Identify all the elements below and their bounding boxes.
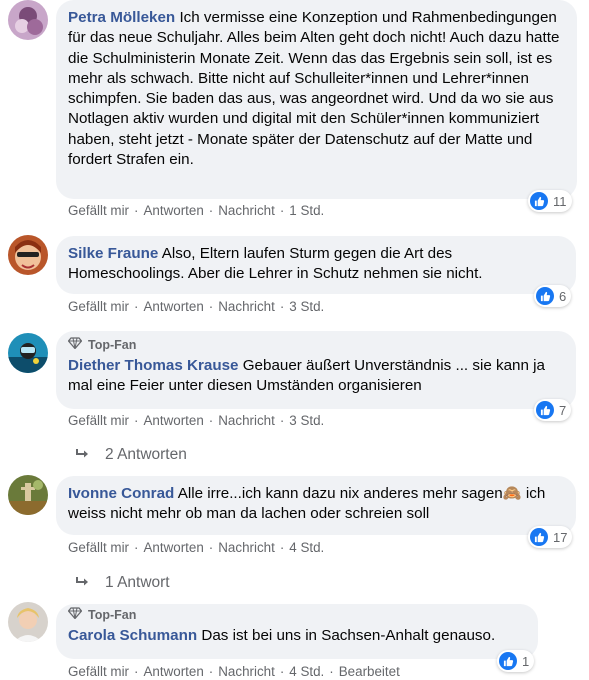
avatar[interactable]	[8, 235, 48, 275]
comment-text: Ich vermisse eine Konzeption und Rahmenb…	[68, 9, 560, 169]
comment-bubble: Petra Mölleken Ich vermisse eine Konzept…	[56, 0, 577, 199]
message-link[interactable]: Nachricht	[218, 299, 275, 314]
separator: ·	[134, 299, 139, 314]
top-fan-badge: Top-Fan	[67, 337, 564, 353]
separator: ·	[208, 664, 214, 679]
reply-arrow-icon	[76, 575, 90, 592]
comment-bubble: Top-Fan Carola Schumann Das ist bei uns …	[56, 604, 538, 659]
comment-bubble: Top-Fan Diether Thomas Krause Gebauer äu…	[56, 331, 576, 409]
thumbs-up-icon	[530, 528, 548, 546]
reaction-count[interactable]: 17	[528, 526, 573, 548]
separator: ·	[208, 413, 214, 428]
message-link[interactable]: Nachricht	[218, 203, 275, 218]
thumbs-up-icon	[536, 287, 554, 305]
avatar[interactable]	[8, 333, 48, 373]
comment-actions: Gefällt mir · Antworten · Nachricht · 3 Std.	[68, 413, 324, 429]
comment-bubble: Ivonne Conrad Alle irre...ich kann dazu …	[56, 476, 576, 535]
avatar[interactable]	[8, 602, 48, 642]
message-link[interactable]: Nachricht	[218, 540, 275, 555]
edited-label[interactable]: Bearbeitet	[339, 664, 400, 679]
see-no-evil-monkey-icon: 🙈	[502, 485, 522, 502]
comment-bubble: Silke Fraune Also, Eltern laufen Sturm g…	[56, 236, 576, 294]
replies-label: 1 Antwort	[105, 574, 170, 591]
reply-link[interactable]: Antworten	[143, 413, 203, 428]
separator: ·	[279, 664, 285, 679]
diamond-icon	[67, 607, 83, 623]
reaction-number: 7	[559, 402, 567, 418]
reply-link[interactable]: Antworten	[143, 664, 203, 679]
avatar[interactable]	[8, 0, 48, 40]
reply-link[interactable]: Antworten	[143, 203, 203, 218]
timestamp[interactable]: 4 Std.	[289, 540, 324, 555]
top-fan-badge: Top-Fan	[67, 607, 526, 623]
separator: ·	[329, 664, 334, 679]
replies-label: 2 Antworten	[105, 446, 187, 463]
badge-label: Top-Fan	[88, 608, 137, 622]
reaction-count[interactable]: 11	[528, 190, 572, 212]
reaction-number: 6	[559, 288, 567, 304]
author-name[interactable]: Ivonne Conrad	[68, 485, 174, 502]
reaction-number: 17	[553, 529, 568, 545]
diamond-icon	[67, 337, 83, 353]
comment-text: Das ist bei uns in Sachsen-Anhalt genaus…	[201, 627, 496, 644]
author-name[interactable]: Diether Thomas Krause	[68, 357, 239, 374]
author-name[interactable]: Silke Fraune	[68, 245, 158, 262]
timestamp[interactable]: 1 Std.	[289, 203, 324, 218]
separator: ·	[134, 540, 139, 555]
like-link[interactable]: Gefällt mir	[68, 664, 129, 679]
author-name[interactable]: Carola Schumann	[68, 627, 197, 644]
separator: ·	[208, 540, 214, 555]
thumbs-up-icon	[499, 652, 517, 670]
comment-actions: Gefällt mir · Antworten · Nachricht · 4 Std.	[68, 540, 324, 556]
message-link[interactable]: Nachricht	[218, 413, 275, 428]
author-name[interactable]: Petra Mölleken	[68, 9, 175, 26]
badge-label: Top-Fan	[88, 338, 137, 352]
separator: ·	[134, 664, 139, 679]
like-link[interactable]: Gefällt mir	[68, 540, 129, 555]
separator: ·	[134, 203, 139, 218]
reaction-count[interactable]: 6	[534, 285, 572, 307]
timestamp[interactable]: 4 Std.	[289, 664, 324, 679]
reply-link[interactable]: Antworten	[143, 299, 203, 314]
like-link[interactable]: Gefällt mir	[68, 203, 129, 218]
separator: ·	[279, 299, 285, 314]
comment-actions: Gefällt mir · Antworten · Nachricht · 3 Std.	[68, 299, 324, 315]
separator: ·	[208, 203, 214, 218]
separator: ·	[279, 540, 285, 555]
timestamp[interactable]: 3 Std.	[289, 299, 324, 314]
reaction-count[interactable]: 7	[534, 399, 572, 421]
view-replies-link[interactable]: 1 Antwort	[76, 574, 170, 592]
avatar[interactable]	[8, 475, 48, 515]
reaction-number: 1	[522, 653, 530, 669]
thumbs-up-icon	[530, 192, 548, 210]
reaction-count[interactable]: 1	[497, 650, 535, 672]
comment-actions: Gefällt mir · Antworten · Nachricht · 4 Std. · B…	[68, 664, 400, 680]
comment-text: Alle irre...ich kann dazu nix anderes me…	[177, 485, 503, 502]
view-replies-link[interactable]: 2 Antworten	[76, 446, 187, 464]
comment-actions: Gefällt mir · Antworten · Nachricht · 1 Std.	[68, 203, 324, 219]
like-link[interactable]: Gefällt mir	[68, 299, 129, 314]
reply-link[interactable]: Antworten	[143, 540, 203, 555]
separator: ·	[279, 413, 285, 428]
thumbs-up-icon	[536, 401, 554, 419]
like-link[interactable]: Gefällt mir	[68, 413, 129, 428]
separator: ·	[279, 203, 285, 218]
separator: ·	[134, 413, 139, 428]
separator: ·	[208, 299, 214, 314]
reply-arrow-icon	[76, 447, 90, 464]
timestamp[interactable]: 3 Std.	[289, 413, 324, 428]
message-link[interactable]: Nachricht	[218, 664, 275, 679]
reaction-number: 11	[553, 193, 567, 209]
